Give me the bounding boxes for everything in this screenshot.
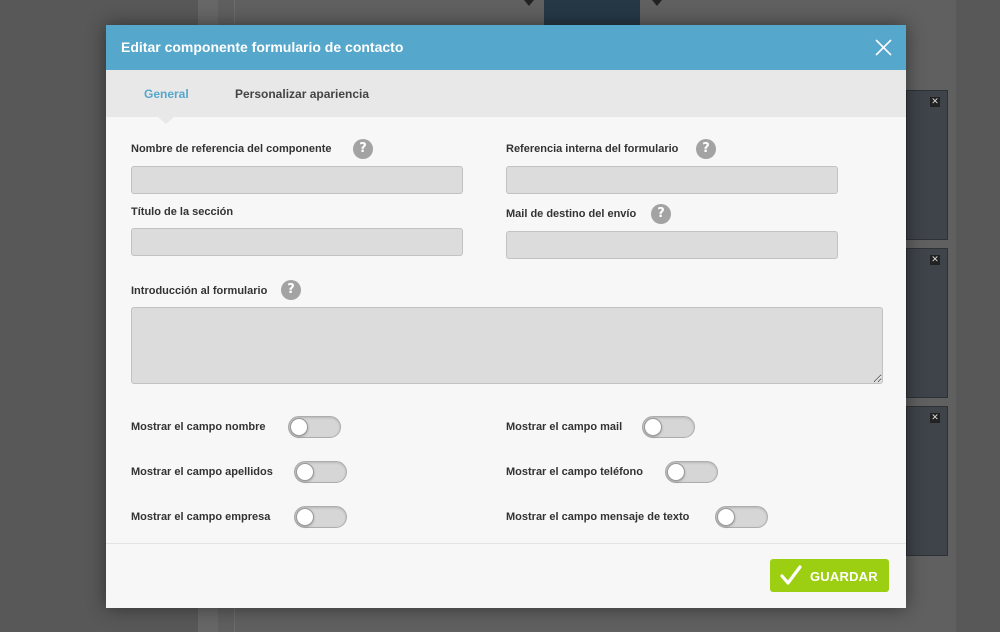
toggle-knob: [290, 418, 308, 436]
toggle-telefono[interactable]: [665, 461, 718, 483]
background-block: [906, 90, 948, 240]
modal-header: Editar componente formulario de contacto: [106, 25, 906, 70]
referencia-interna-label: Referencia interna del formulario: [506, 143, 679, 155]
tab-personalizar-apariencia[interactable]: Personalizar apariencia: [235, 87, 369, 101]
toggle-label-mensaje-texto: Mostrar el campo mensaje de texto: [506, 511, 690, 523]
active-tab-indicator: [158, 117, 174, 124]
introduccion-textarea[interactable]: [131, 307, 883, 384]
referencia-interna-help-icon[interactable]: ?: [696, 139, 716, 159]
checkmark-icon: [780, 565, 802, 585]
nombre-referencia-input[interactable]: [131, 166, 463, 194]
edit-contact-form-modal: Editar componente formulario de contacto…: [106, 25, 906, 608]
background-right-area: [956, 0, 1000, 632]
toggle-knob: [296, 463, 314, 481]
referencia-interna-input[interactable]: [506, 166, 838, 194]
tab-general[interactable]: General: [144, 87, 189, 101]
mail-destino-help-icon[interactable]: ?: [651, 204, 671, 224]
close-icon: [875, 39, 892, 56]
save-button-label: GUARDAR: [810, 569, 878, 584]
toggle-mail[interactable]: [642, 416, 695, 438]
mail-destino-input[interactable]: [506, 231, 838, 259]
toggle-label-apellidos: Mostrar el campo apellidos: [131, 466, 273, 478]
toggle-knob: [296, 508, 314, 526]
toggle-label-empresa: Mostrar el campo empresa: [131, 511, 271, 523]
introduccion-help-icon[interactable]: ?: [281, 280, 301, 300]
modal-title: Editar componente formulario de contacto: [121, 39, 404, 55]
toggle-label-nombre: Mostrar el campo nombre: [131, 421, 266, 433]
toggle-label-telefono: Mostrar el campo teléfono: [506, 466, 643, 478]
titulo-seccion-input[interactable]: [131, 228, 463, 256]
tab-bar: General Personalizar apariencia: [106, 70, 906, 124]
titulo-seccion-label: Título de la sección: [131, 206, 234, 218]
background-close-icon: ✕: [930, 97, 940, 107]
toggle-empresa[interactable]: [294, 506, 347, 528]
toggle-label-mail: Mostrar el campo mail: [506, 421, 623, 433]
toggle-mensaje-texto[interactable]: [715, 506, 768, 528]
nombre-referencia-label: Nombre de referencia del componente: [131, 143, 332, 155]
introduccion-label: Introducción al formulario: [131, 285, 268, 297]
toggle-apellidos[interactable]: [294, 461, 347, 483]
background-block: [906, 248, 948, 398]
toggle-nombre[interactable]: [288, 416, 341, 438]
nombre-referencia-help-icon[interactable]: ?: [353, 139, 373, 159]
toggle-knob: [717, 508, 735, 526]
background-close-icon: ✕: [930, 413, 940, 423]
save-button[interactable]: GUARDAR: [770, 559, 889, 592]
background-tile: [544, 0, 640, 25]
mail-destino-label: Mail de destino del envío: [506, 208, 637, 220]
background-block: [906, 406, 948, 556]
toggle-knob: [644, 418, 662, 436]
close-button[interactable]: [875, 39, 892, 56]
background-close-icon: ✕: [930, 255, 940, 265]
background-arrow-icon: [652, 0, 662, 6]
toggle-knob: [667, 463, 685, 481]
background-arrow-icon: [524, 0, 534, 6]
footer-divider: [106, 543, 906, 544]
